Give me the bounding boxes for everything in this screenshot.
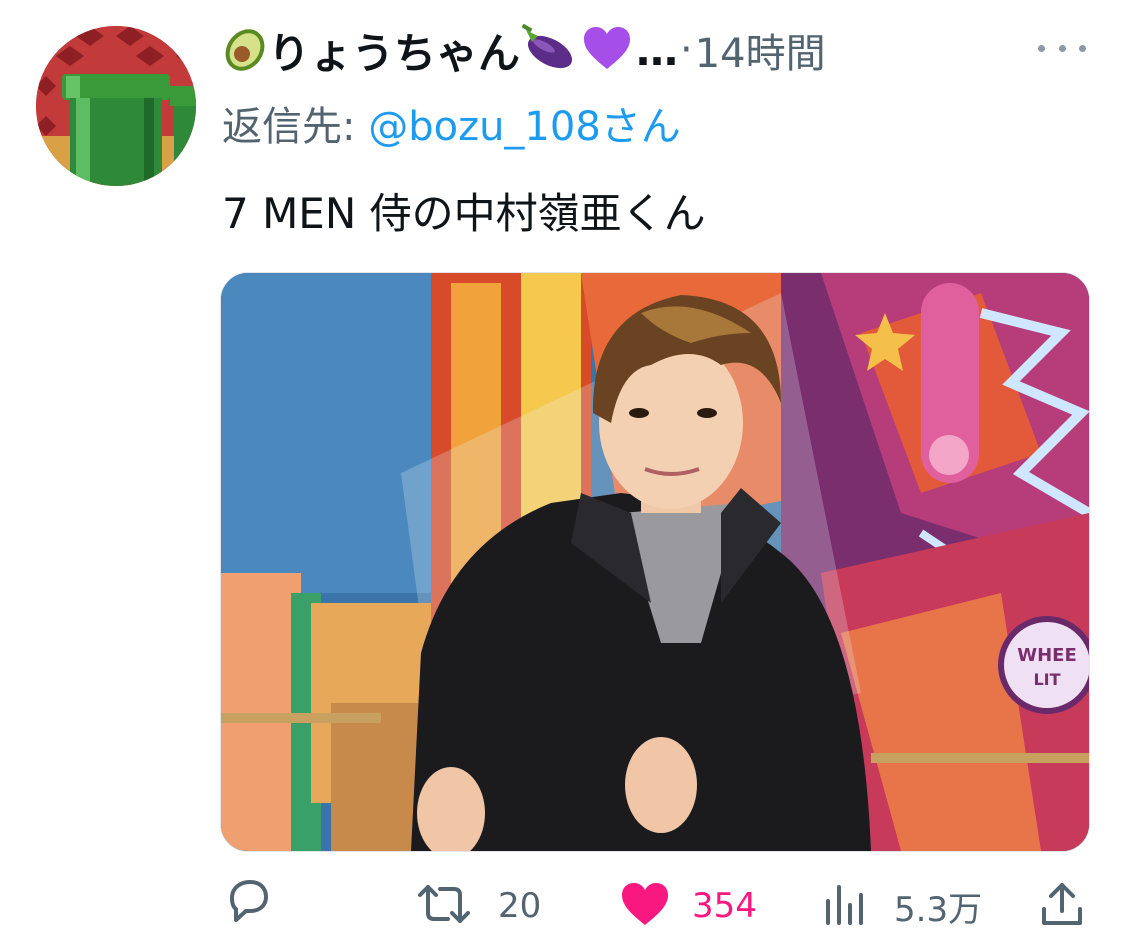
tweet-timestamp[interactable]: 14時間 bbox=[695, 21, 826, 79]
tweet-media-image[interactable]: WHEE LIT bbox=[220, 272, 1090, 852]
share-upload-icon bbox=[1040, 879, 1084, 933]
reply-bubble-icon bbox=[222, 876, 272, 936]
more-options-icon[interactable] bbox=[1038, 36, 1086, 60]
name-ellipsis: … bbox=[636, 25, 679, 75]
views-bar-chart-icon bbox=[822, 879, 866, 933]
retweet-count: 20 bbox=[498, 886, 542, 926]
retweet-icon bbox=[416, 879, 472, 933]
tweet-header: りょうちゃん … · 14時間 bbox=[222, 18, 1102, 82]
reply-button[interactable] bbox=[222, 878, 272, 934]
tv-studio-photo: WHEE LIT bbox=[221, 273, 1089, 851]
reply-prefix: 返信先: bbox=[222, 104, 369, 150]
reply-context: 返信先: @bozu_108さん bbox=[222, 94, 681, 152]
heart-icon bbox=[620, 881, 670, 931]
share-button[interactable] bbox=[1040, 878, 1084, 934]
avocado-emoji bbox=[222, 22, 268, 78]
purple-heart-emoji bbox=[582, 25, 632, 75]
separator-dot: · bbox=[680, 27, 693, 73]
like-count: 354 bbox=[692, 886, 757, 926]
set-sign-text-1: WHEE bbox=[1017, 645, 1077, 666]
reply-mention-link[interactable]: @bozu_108さん bbox=[368, 104, 681, 150]
user-avatar[interactable] bbox=[36, 26, 196, 186]
display-name[interactable]: りょうちゃん bbox=[268, 20, 520, 81]
views-count: 5.3万 bbox=[894, 889, 983, 930]
retweet-button[interactable]: 20 bbox=[416, 878, 541, 934]
tweet-action-bar: 20 354 5.3万 bbox=[0, 878, 1124, 934]
avatar-warp-pipe-image bbox=[36, 26, 196, 186]
tweet-text: 7 MEN 侍の中村嶺亜くん bbox=[222, 189, 706, 238]
views-button[interactable]: 5.3万 bbox=[822, 878, 982, 934]
like-button[interactable]: 354 bbox=[620, 878, 757, 934]
eggplant-emoji bbox=[520, 22, 576, 78]
set-sign-text-2: LIT bbox=[1033, 670, 1060, 689]
